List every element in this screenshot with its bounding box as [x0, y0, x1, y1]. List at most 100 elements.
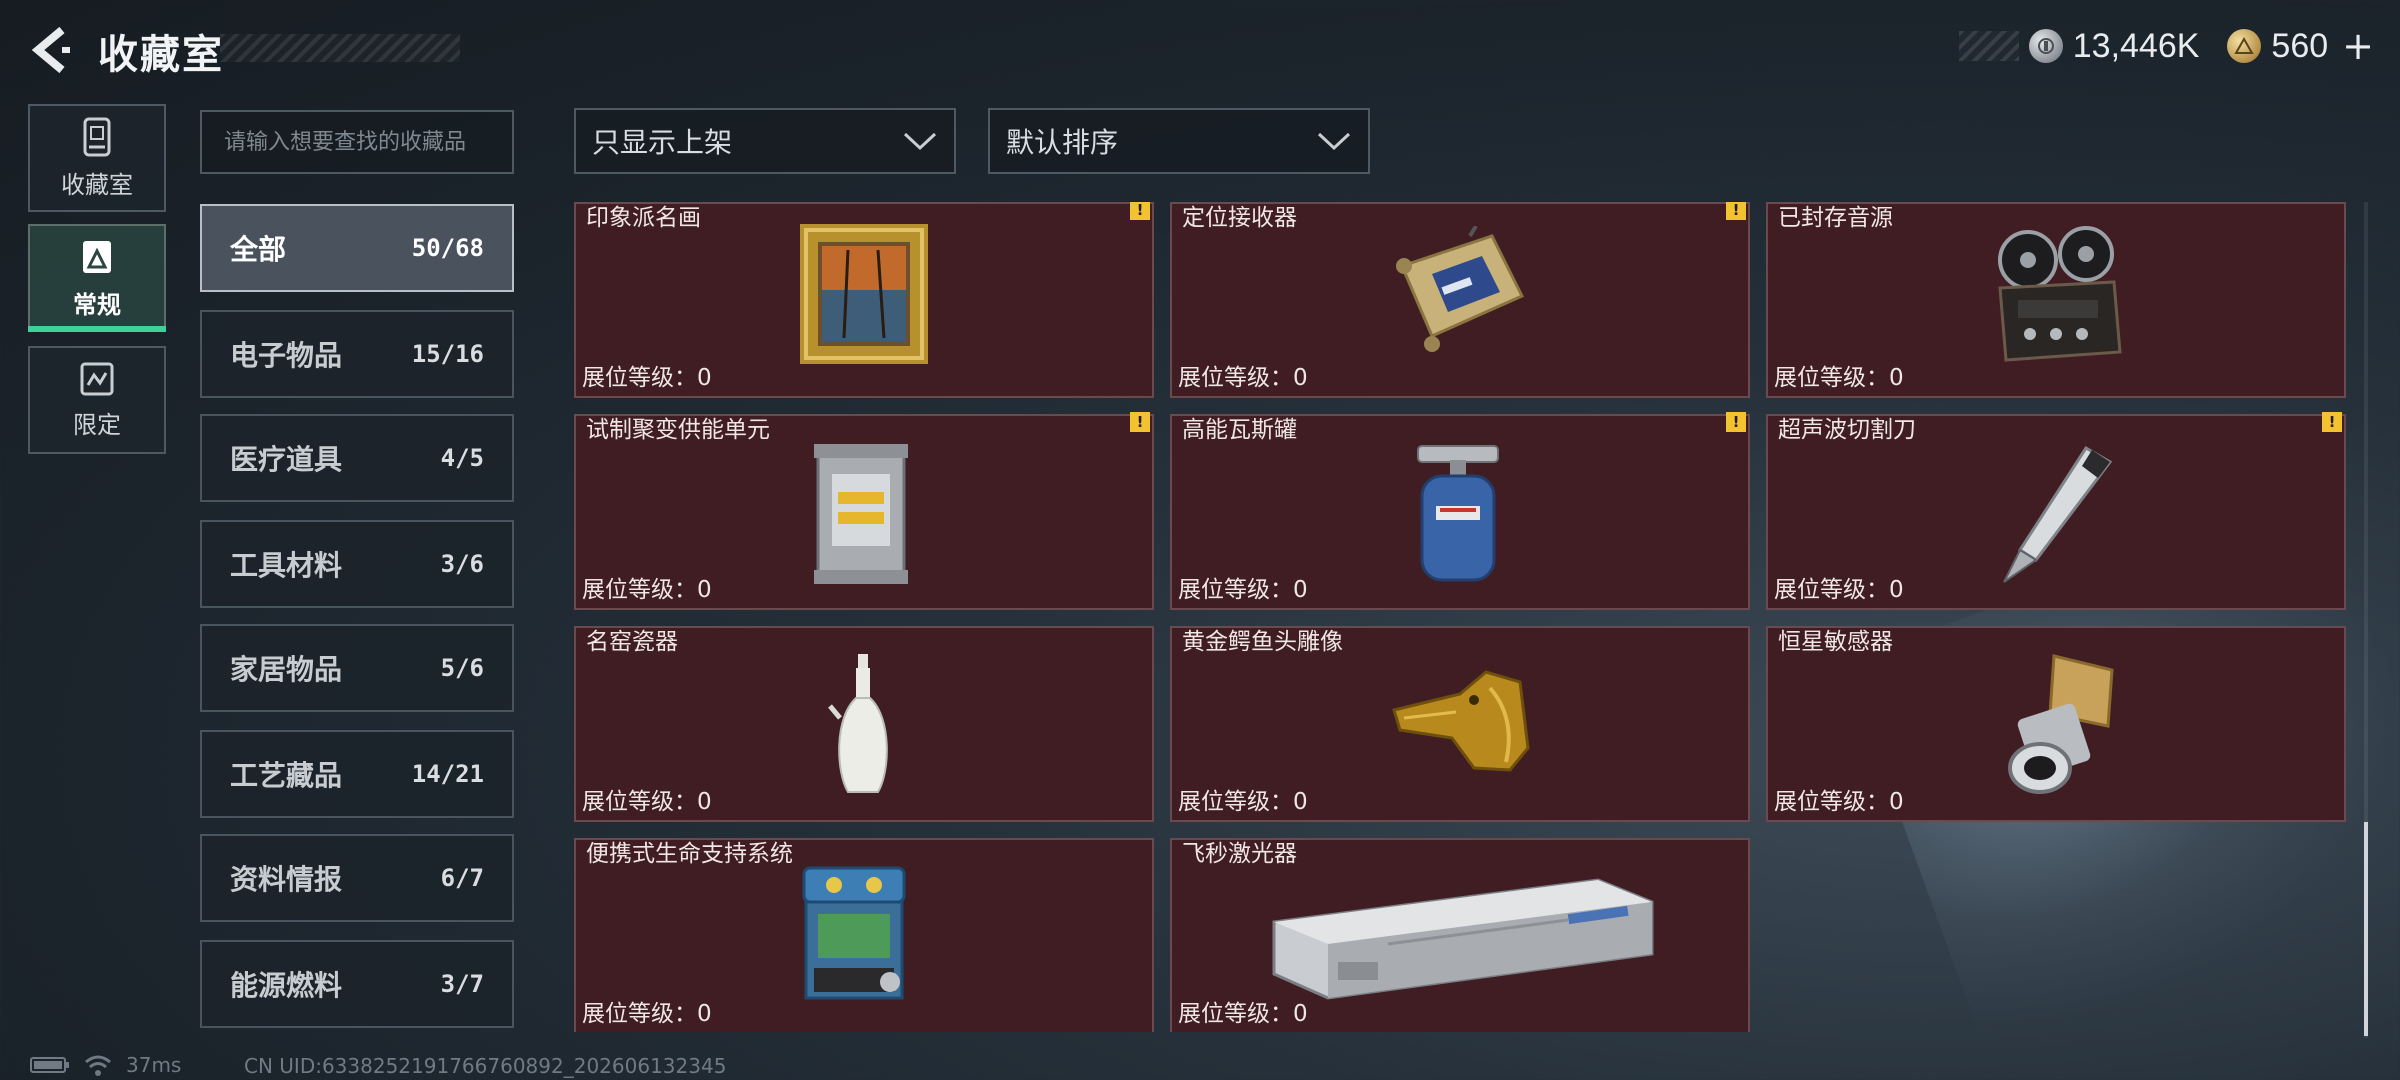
- femtosecond-laser-icon: [1272, 878, 1654, 1000]
- category-count: 6/7: [440, 864, 484, 892]
- booth-level: 展位等级：0: [1774, 577, 1904, 603]
- item-card[interactable]: 试制聚变供能单元 ! 展位等级：0: [574, 412, 1154, 610]
- category-count: 5/6: [440, 654, 484, 682]
- gold-crocodile-icon: [1392, 670, 1530, 772]
- booth-level: 展位等级：0: [582, 1001, 712, 1027]
- booth-level: 展位等级：0: [1774, 365, 1904, 391]
- booth-level: 展位等级：0: [582, 577, 712, 603]
- tab-regular[interactable]: 常规: [28, 224, 166, 332]
- currency-bar: 13,446K 560 +: [1958, 24, 2374, 68]
- booth-level: 展位等级：0: [582, 789, 712, 815]
- booth-level: 展位等级：0: [1774, 789, 1904, 815]
- category-count: 14/21: [411, 760, 484, 788]
- chevron-down-icon: [903, 132, 937, 151]
- item-name: 已封存音源: [1778, 205, 1893, 231]
- search-field[interactable]: [200, 110, 514, 174]
- item-card[interactable]: 飞秒激光器 展位等级：0: [1170, 838, 1750, 1032]
- ping-value: 37ms: [126, 1053, 182, 1077]
- item-card[interactable]: 印象派名画 ! 展位等级：0: [574, 202, 1154, 398]
- warning-icon: !: [1130, 202, 1150, 220]
- item-name: 定位接收器: [1182, 205, 1297, 231]
- category-name: 家居物品: [230, 653, 343, 686]
- tab-limited[interactable]: 限定: [28, 346, 166, 454]
- display-filter-dropdown[interactable]: 只显示上架: [574, 108, 956, 174]
- add-currency-button[interactable]: +: [2342, 24, 2374, 68]
- tab-label: 收藏室: [61, 170, 133, 199]
- dropdown-value: 默认排序: [1006, 126, 1119, 159]
- grid-scrollbar-thumb[interactable]: [2364, 822, 2368, 1036]
- category-tools[interactable]: 工具材料 3/6: [200, 520, 514, 608]
- tab-label: 限定: [73, 410, 121, 439]
- item-name: 飞秒激光器: [1182, 841, 1297, 867]
- item-card[interactable]: 超声波切割刀 ! 展位等级：0: [1766, 412, 2346, 610]
- booth-level: 展位等级：0: [1178, 577, 1308, 603]
- item-name: 便携式生命支持系统: [586, 841, 793, 867]
- category-all[interactable]: 全部 50/68: [200, 204, 514, 292]
- wifi-icon: [85, 1055, 111, 1076]
- item-name: 黄金鳄鱼头雕像: [1182, 629, 1343, 655]
- battery-icon: [30, 1057, 69, 1073]
- category-intel[interactable]: 资料情报 6/7: [200, 834, 514, 922]
- item-name: 超声波切割刀: [1778, 417, 1916, 443]
- search-input[interactable]: [224, 129, 490, 155]
- booth-level: 展位等级：0: [1178, 365, 1308, 391]
- silver-currency-value: 13,446K: [2072, 26, 2200, 65]
- limited-icon: [80, 362, 114, 395]
- collection-grid: 印象派名画 ! 展位等级：0 定位接收器 ! 展位等级：0 已封存音源 展位等级…: [574, 202, 2348, 1032]
- item-name: 印象派名画: [586, 205, 701, 231]
- warning-icon: !: [2322, 412, 2342, 432]
- item-card[interactable]: 已封存音源 展位等级：0: [1766, 202, 2346, 398]
- category-name: 资料情报: [230, 863, 343, 896]
- page-title: 收藏室: [98, 32, 224, 78]
- locator-receiver-icon: [1396, 226, 1525, 352]
- category-crafts[interactable]: 工艺藏品 14/21: [200, 730, 514, 818]
- category-name: 电子物品: [230, 339, 343, 372]
- item-card[interactable]: 便携式生命支持系统 展位等级：0: [574, 838, 1154, 1032]
- category-energy[interactable]: 能源燃料 3/7: [200, 940, 514, 1028]
- star-sensor-icon: [2008, 654, 2114, 794]
- back-button[interactable]: [28, 24, 72, 76]
- category-household[interactable]: 家居物品 5/6: [200, 624, 514, 712]
- item-name: 名窑瓷器: [586, 629, 678, 655]
- warning-icon: !: [1726, 202, 1746, 220]
- currency-decoration: [1958, 31, 2019, 61]
- item-card[interactable]: 名窑瓷器 展位等级：0: [574, 626, 1154, 822]
- silver-coin-icon: [2028, 29, 2063, 63]
- painting-icon: [800, 224, 928, 364]
- title-decoration: [220, 34, 460, 62]
- warning-icon: !: [1130, 412, 1150, 432]
- gold-coin-icon: [2227, 29, 2262, 63]
- category-count: 4/5: [440, 444, 484, 472]
- dropdown-value: 只显示上架: [592, 126, 733, 159]
- tab-label: 常规: [73, 290, 121, 319]
- item-card[interactable]: 恒星敏感器 展位等级：0: [1766, 626, 2346, 822]
- porcelain-vase-icon: [828, 654, 888, 793]
- booth-level: 展位等级：0: [1178, 789, 1308, 815]
- status-bar: 37ms: [30, 1052, 181, 1078]
- warning-icon: !: [1726, 412, 1746, 432]
- item-name: 高能瓦斯罐: [1182, 417, 1297, 443]
- category-name: 医疗道具: [230, 443, 343, 476]
- user-uid: CN UID:6338252191766760892_202606132345: [244, 1054, 727, 1078]
- ultrasonic-cutter-icon: [2003, 445, 2113, 583]
- item-card[interactable]: 高能瓦斯罐 ! 展位等级：0: [1170, 412, 1750, 610]
- item-card[interactable]: 定位接收器 ! 展位等级：0: [1170, 202, 1750, 398]
- category-count: 3/6: [440, 550, 484, 578]
- category-name: 全部: [230, 233, 287, 266]
- fusion-unit-icon: [814, 444, 908, 584]
- item-card[interactable]: 黄金鳄鱼头雕像 展位等级：0: [1170, 626, 1750, 822]
- category-count: 15/16: [411, 340, 484, 368]
- gas-tank-icon: [1417, 445, 1499, 582]
- sort-order-dropdown[interactable]: 默认排序: [988, 108, 1370, 174]
- reel-recorder-icon: [1998, 226, 2122, 362]
- regular-icon: [83, 240, 111, 273]
- chevron-down-icon: [1317, 132, 1351, 151]
- category-name: 能源燃料: [230, 969, 343, 1002]
- back-arrow-icon: [31, 26, 70, 74]
- item-name: 恒星敏感器: [1778, 629, 1893, 655]
- category-medical[interactable]: 医疗道具 4/5: [200, 414, 514, 502]
- tab-collection-room[interactable]: 收藏室: [28, 104, 166, 212]
- category-count: 3/7: [440, 970, 484, 998]
- category-electronics[interactable]: 电子物品 15/16: [200, 310, 514, 398]
- collection-room-icon: [83, 117, 111, 156]
